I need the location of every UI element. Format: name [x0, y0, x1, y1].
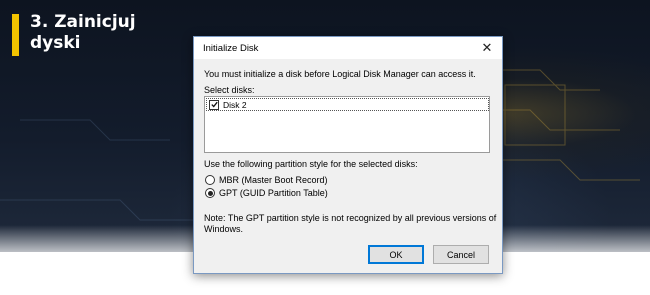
close-icon[interactable]: ✕: [478, 39, 496, 57]
select-disks-label: Select disks:: [204, 85, 255, 95]
step-heading: 3. Zainicjuj dyski: [30, 12, 136, 54]
dialog-title-bar: Initialize Disk ✕: [194, 37, 502, 59]
mbr-radio[interactable]: [205, 175, 215, 185]
initialize-disk-dialog: Initialize Disk ✕ You must initialize a …: [193, 36, 503, 274]
mbr-option[interactable]: MBR (Master Boot Record): [205, 175, 328, 185]
radio-dot-icon: [207, 190, 213, 196]
gpt-option[interactable]: GPT (GUID Partition Table): [205, 188, 328, 198]
disk-checkbox[interactable]: [209, 99, 219, 110]
gpt-radio[interactable]: [205, 188, 215, 198]
ok-button[interactable]: OK: [368, 245, 424, 264]
dialog-title: Initialize Disk: [203, 43, 259, 54]
list-item[interactable]: Disk 2: [206, 98, 489, 111]
note-line-2: Windows.: [204, 224, 244, 234]
note-line-1: Note: The GPT partition style is not rec…: [204, 213, 497, 223]
gpt-label: GPT (GUID Partition Table): [219, 188, 328, 198]
step-heading-line1: 3. Zainicjuj: [30, 12, 136, 32]
partition-style-label: Use the following partition style for th…: [204, 159, 418, 169]
disk-label: Disk 2: [223, 99, 247, 110]
check-icon: [210, 101, 218, 108]
step-heading-line2: dyski: [30, 33, 81, 53]
accent-bar: [12, 14, 19, 56]
mbr-label: MBR (Master Boot Record): [219, 175, 328, 185]
disk-list[interactable]: Disk 2: [204, 96, 490, 153]
intro-text: You must initialize a disk before Logica…: [204, 69, 476, 79]
cancel-button[interactable]: Cancel: [433, 245, 489, 264]
